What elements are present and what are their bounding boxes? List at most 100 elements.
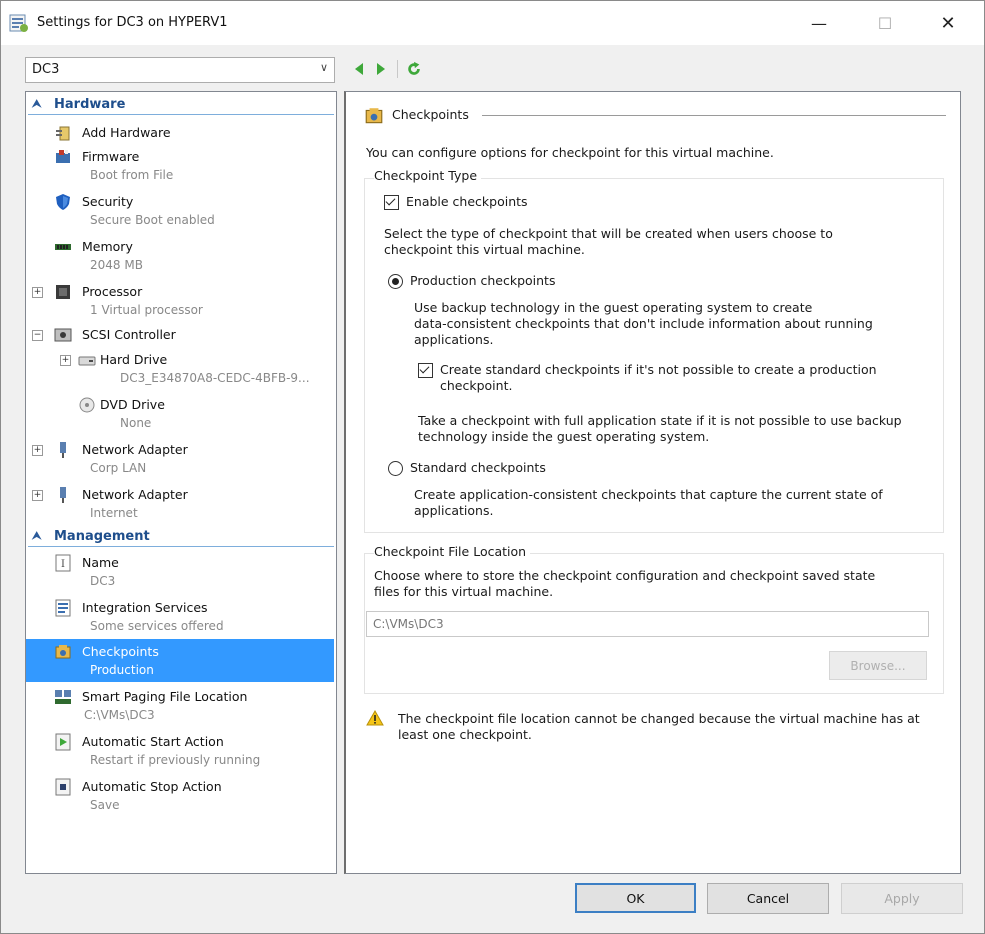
checkpoint-path-input[interactable]: C:\VMs\DC3 (366, 611, 929, 637)
checkpoints-icon (365, 108, 383, 124)
tree-item-network-adapter-corp-lan[interactable]: + Network Adapter Corp LAN (26, 437, 334, 480)
settings-window-icon (9, 14, 28, 32)
standard-checkpoints-label[interactable]: Standard checkpoints (410, 460, 546, 476)
toolbar-separator (397, 60, 398, 78)
hard-drive-icon (78, 356, 96, 366)
tree-item-name: Firmware (82, 149, 140, 164)
standard-desc-line1: Create application-consistent checkpoint… (414, 487, 883, 502)
select-type-text-line1: Select the type of checkpoint that will … (384, 226, 833, 241)
tree-item-dvd-drive[interactable]: DVD Drive None (26, 392, 334, 435)
tree-item-integration-services[interactable]: Integration Services Some services offer… (26, 595, 334, 638)
ok-button[interactable]: OK (575, 883, 696, 913)
checkpoint-type-group-title: Checkpoint Type (374, 168, 482, 183)
close-button[interactable]: ✕ (925, 7, 971, 39)
vm-selector-dropdown[interactable]: DC3 ∨ (25, 57, 335, 83)
navigation-toolbar (351, 57, 422, 81)
production-desc-line3: applications. (414, 332, 494, 347)
tree-item-memory[interactable]: Memory 2048 MB (26, 234, 334, 277)
cancel-button[interactable]: Cancel (707, 883, 829, 914)
expand-icon[interactable]: + (32, 490, 43, 501)
create-standard-checkbox[interactable] (418, 363, 433, 378)
tree-item-name: Integration Services (82, 600, 208, 615)
tree-item-checkpoints[interactable]: Checkpoints Production (26, 639, 334, 682)
back-button[interactable] (351, 60, 367, 78)
tree-item-smart-paging-file-location[interactable]: Smart Paging File Location C:\VMs\DC3 (26, 684, 334, 727)
tree-item-detail: Boot from File (90, 168, 174, 182)
tree-item-security[interactable]: Security Secure Boot enabled (26, 189, 334, 232)
tree-item-automatic-start-action[interactable]: Automatic Start Action Restart if previo… (26, 729, 334, 772)
pane-title: Checkpoints (392, 107, 469, 122)
apply-button[interactable]: Apply (841, 883, 963, 914)
production-checkpoints-radio[interactable] (388, 274, 403, 289)
tree-item-name: Security (82, 194, 134, 209)
expand-icon[interactable]: + (32, 445, 43, 456)
standard-desc-line2: applications. (414, 503, 494, 518)
scsi-controller-icon (54, 328, 72, 342)
standard-checkpoints-radio[interactable] (388, 461, 403, 476)
tree-item-scsi-controller[interactable]: − SCSI Controller (26, 324, 334, 346)
memory-icon (55, 244, 71, 250)
tree-item-detail: Secure Boot enabled (90, 213, 215, 227)
collapse-icon: ⮝ (32, 529, 42, 542)
hardware-section-header[interactable]: ⮝ Hardware (28, 96, 334, 115)
start-action-icon (55, 733, 71, 751)
tree-item-name: Checkpoints (82, 644, 159, 659)
stop-action-icon (55, 778, 71, 796)
tree-item-name: Network Adapter (82, 442, 188, 457)
pane-header: Checkpoints (362, 106, 946, 126)
take-checkpoint-text-line1: Take a checkpoint with full application … (418, 413, 902, 428)
browse-button[interactable]: Browse... (829, 651, 927, 680)
tree-item-automatic-stop-action[interactable]: Automatic Stop Action Save (26, 774, 334, 817)
collapse-icon[interactable]: − (32, 330, 43, 341)
tree-item-name: Add Hardware (82, 125, 171, 140)
tree-item-detail: Restart if previously running (90, 753, 261, 767)
tree-item-detail: None (120, 416, 152, 430)
tree-item-firmware[interactable]: Firmware Boot from File (26, 144, 334, 187)
production-checkpoints-label[interactable]: Production checkpoints (410, 273, 555, 289)
checkpoint-file-location-title: Checkpoint File Location (374, 544, 531, 559)
tree-item-name: Network Adapter (82, 487, 188, 502)
chevron-down-icon: ∨ (319, 61, 328, 74)
tree-item-detail: Production (90, 663, 154, 677)
vm-selector-value: DC3 (32, 62, 60, 77)
select-type-text-line2: checkpoint this virtual machine. (384, 242, 585, 257)
settings-window: Settings for DC3 on HYPERV1 — ☐ ✕ DC3 ∨ … (0, 0, 985, 934)
forward-button[interactable] (373, 60, 389, 78)
tree-item-name: Smart Paging File Location (82, 689, 248, 704)
warning-text-line1: The checkpoint file location cannot be c… (398, 711, 920, 726)
tree-item-name-setting[interactable]: I Name DC3 (26, 550, 334, 593)
minimize-button[interactable]: — (796, 7, 842, 39)
network-adapter-icon (60, 442, 66, 458)
collapse-icon: ⮝ (32, 97, 42, 110)
tree-item-add-hardware[interactable]: Add Hardware (26, 122, 334, 144)
refresh-button[interactable] (406, 60, 422, 78)
hardware-header-label: Hardware (54, 97, 126, 112)
maximize-button[interactable]: ☐ (862, 7, 908, 39)
management-header-label: Management (54, 529, 150, 544)
enable-checkpoints-label[interactable]: Enable checkpoints (406, 194, 528, 210)
checkpoint-path-value: C:\VMs\DC3 (373, 617, 444, 631)
production-desc-line1: Use backup technology in the guest opera… (414, 300, 813, 315)
name-field-icon: I (55, 554, 71, 572)
expand-icon[interactable]: + (60, 355, 71, 366)
tree-item-detail: 2048 MB (90, 258, 143, 272)
tree-item-network-adapter-internet[interactable]: + Network Adapter Internet (26, 482, 334, 525)
warning-text-line2: least one checkpoint. (398, 727, 532, 742)
processor-icon (56, 285, 70, 299)
refresh-icon (408, 61, 420, 75)
tree-item-name: Automatic Stop Action (82, 779, 222, 794)
integration-services-icon (55, 599, 71, 617)
create-standard-label-line1[interactable]: Create standard checkpoints if it's not … (440, 362, 877, 378)
tree-item-name: Automatic Start Action (82, 734, 224, 749)
management-section-header[interactable]: ⮝ Management (28, 528, 334, 547)
tree-item-hard-drive[interactable]: + Hard Drive DC3_E34870A8-CEDC-4BFB-9... (26, 347, 334, 390)
enable-checkpoints-checkbox[interactable] (384, 195, 399, 210)
file-location-desc-line1: Choose where to store the checkpoint con… (374, 568, 876, 583)
forward-arrow-icon (377, 63, 385, 75)
tree-item-detail: 1 Virtual processor (90, 303, 203, 317)
expand-icon[interactable]: + (32, 287, 43, 298)
svg-text:I: I (61, 559, 65, 570)
tree-item-processor[interactable]: + Processor 1 Virtual processor (26, 279, 334, 322)
create-standard-label-line2[interactable]: checkpoint. (440, 378, 512, 394)
firmware-icon (56, 150, 70, 163)
